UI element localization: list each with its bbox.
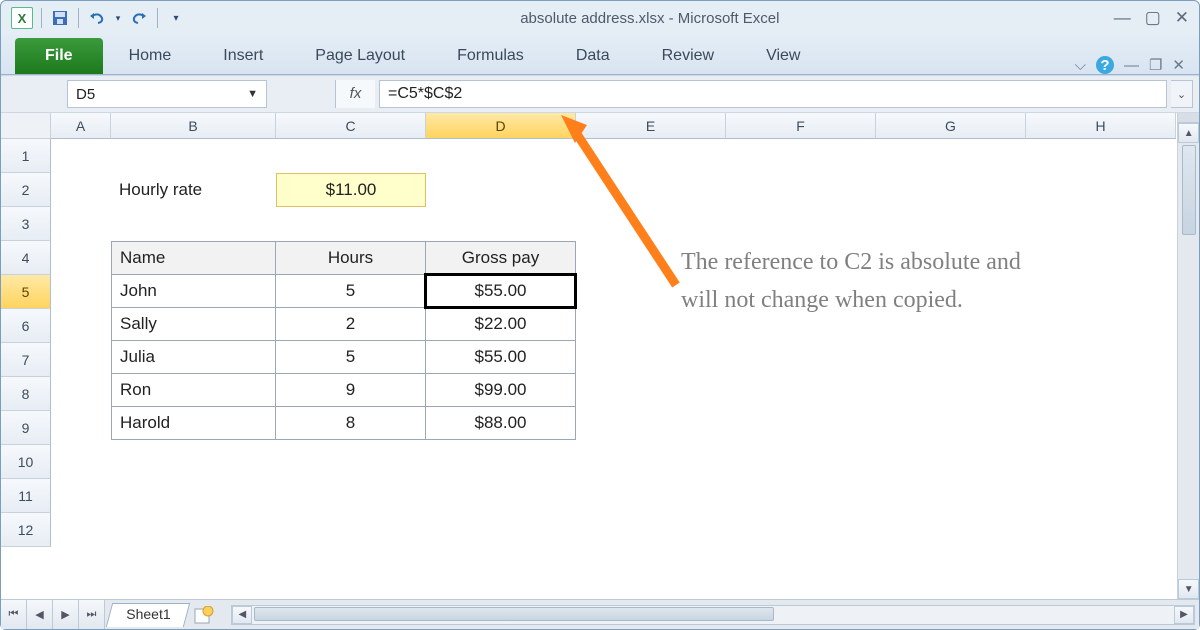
- cell-C4[interactable]: Hours: [275, 241, 426, 275]
- tab-review[interactable]: Review: [636, 38, 740, 74]
- col-header-F[interactable]: F: [726, 113, 876, 139]
- annotation-text: The reference to C2 is absolute and will…: [681, 243, 1041, 320]
- excel-window: X ▾ ▾ absolute address.xlsx - Microsoft …: [0, 0, 1200, 630]
- save-icon[interactable]: [50, 8, 70, 28]
- scroll-up-icon[interactable]: ▲: [1178, 123, 1199, 143]
- cell-B8[interactable]: Ron: [111, 373, 276, 407]
- sheet-nav-first-icon[interactable]: ⏮: [1, 600, 27, 629]
- row-header-7[interactable]: 7: [1, 343, 51, 377]
- workbook-restore-icon[interactable]: ❐: [1149, 56, 1162, 74]
- close-icon[interactable]: ✕: [1175, 8, 1189, 28]
- worksheet-area: A B C D E F G H 1 2 3 4 5 6 7 8 9 10: [1, 113, 1199, 599]
- row-header-4[interactable]: 4: [1, 241, 51, 275]
- formula-bar-expand-icon[interactable]: ⌄: [1171, 80, 1193, 108]
- cell-D4[interactable]: Gross pay: [425, 241, 576, 275]
- tab-page-layout[interactable]: Page Layout: [289, 38, 431, 74]
- col-header-C[interactable]: C: [276, 113, 426, 139]
- redo-icon[interactable]: [129, 8, 149, 28]
- cell-D9[interactable]: $88.00: [425, 406, 576, 440]
- cell-B5[interactable]: John: [111, 274, 276, 308]
- cell-B7[interactable]: Julia: [111, 340, 276, 374]
- cell-C2[interactable]: $11.00: [276, 173, 426, 207]
- cell-B9[interactable]: Harold: [111, 406, 276, 440]
- cell-C5[interactable]: 5: [275, 274, 426, 308]
- col-header-H[interactable]: H: [1026, 113, 1176, 139]
- hscroll-right-icon[interactable]: ▶: [1174, 606, 1194, 624]
- hscroll-thumb[interactable]: [254, 607, 774, 621]
- row-header-12[interactable]: 12: [1, 513, 51, 547]
- title-bar: X ▾ ▾ absolute address.xlsx - Microsoft …: [1, 1, 1199, 35]
- name-box-dropdown-icon[interactable]: ▼: [247, 88, 258, 100]
- formula-bar: D5 ▼ fx =C5*$C$2 ⌄: [1, 75, 1199, 113]
- row-header-10[interactable]: 10: [1, 445, 51, 479]
- tab-home[interactable]: Home: [103, 38, 198, 74]
- sheet-tab-sheet1[interactable]: Sheet1: [106, 603, 191, 627]
- row-header-11[interactable]: 11: [1, 479, 51, 513]
- formula-input[interactable]: =C5*$C$2: [379, 80, 1167, 108]
- tab-formulas[interactable]: Formulas: [431, 38, 550, 74]
- scroll-down-icon[interactable]: ▼: [1178, 579, 1199, 599]
- sheet-nav-prev-icon[interactable]: ◀: [27, 600, 53, 629]
- maximize-icon[interactable]: ▢: [1145, 8, 1161, 28]
- grid[interactable]: A B C D E F G H 1 2 3 4 5 6 7 8 9 10: [1, 113, 1177, 599]
- cell-C6[interactable]: 2: [275, 307, 426, 341]
- split-handle-icon[interactable]: [1178, 113, 1199, 123]
- row-header-6[interactable]: 6: [1, 309, 51, 343]
- row-header-9[interactable]: 9: [1, 411, 51, 445]
- row-header-8[interactable]: 8: [1, 377, 51, 411]
- row-header-5[interactable]: 5: [1, 275, 51, 309]
- cell-C8[interactable]: 9: [275, 373, 426, 407]
- window-controls: ― ▢ ✕: [1114, 8, 1189, 28]
- vertical-scrollbar[interactable]: ▲ ▼: [1177, 113, 1199, 599]
- sheet-tab-bar: ⏮ ◀ ▶ ⏭ Sheet1 ◀ ▶: [1, 599, 1199, 629]
- hscroll-left-icon[interactable]: ◀: [232, 606, 252, 624]
- sheet-nav-next-icon[interactable]: ▶: [53, 600, 79, 629]
- cell-B6[interactable]: Sally: [111, 307, 276, 341]
- col-header-B[interactable]: B: [111, 113, 276, 139]
- name-box[interactable]: D5 ▼: [67, 80, 267, 108]
- quick-access-toolbar: X ▾ ▾: [11, 7, 186, 29]
- col-header-D[interactable]: D: [426, 113, 576, 139]
- cell-D6[interactable]: $22.00: [425, 307, 576, 341]
- formula-text: =C5*$C$2: [388, 85, 462, 103]
- row-header-3[interactable]: 3: [1, 207, 51, 241]
- select-all-triangle[interactable]: [1, 113, 51, 139]
- tab-view[interactable]: View: [740, 38, 826, 74]
- cell-B2[interactable]: Hourly rate: [111, 173, 276, 207]
- cell-C9[interactable]: 8: [275, 406, 426, 440]
- name-box-value: D5: [76, 86, 247, 103]
- workbook-close-icon[interactable]: ✕: [1172, 56, 1185, 74]
- vscroll-thumb[interactable]: [1182, 145, 1196, 235]
- tab-file[interactable]: File: [15, 38, 103, 74]
- undo-dropdown-icon[interactable]: ▾: [113, 8, 123, 28]
- ribbon-min-icon[interactable]: ⌵: [1075, 57, 1086, 74]
- sheet-tab-label: Sheet1: [126, 606, 170, 622]
- cell-B4[interactable]: Name: [111, 241, 276, 275]
- sheet-nav-last-icon[interactable]: ⏭: [79, 600, 105, 629]
- col-header-A[interactable]: A: [51, 113, 111, 139]
- cell-D7[interactable]: $55.00: [425, 340, 576, 374]
- annotation-arrow-icon: [561, 115, 701, 315]
- excel-icon[interactable]: X: [11, 7, 33, 29]
- ribbon-tabs: File Home Insert Page Layout Formulas Da…: [1, 35, 1199, 75]
- cell-D8[interactable]: $99.00: [425, 373, 576, 407]
- new-sheet-icon[interactable]: [191, 604, 217, 626]
- row-header-2[interactable]: 2: [1, 173, 51, 207]
- help-icon[interactable]: ?: [1096, 56, 1114, 74]
- tab-insert[interactable]: Insert: [197, 38, 289, 74]
- cell-D5[interactable]: $55.00: [424, 273, 577, 309]
- sheet-nav-buttons: ⏮ ◀ ▶ ⏭: [1, 600, 105, 629]
- minimize-icon[interactable]: ―: [1114, 8, 1131, 28]
- undo-icon[interactable]: [87, 8, 107, 28]
- row-header-1[interactable]: 1: [1, 139, 51, 173]
- qat-customize-icon[interactable]: ▾: [166, 8, 186, 28]
- horizontal-scrollbar[interactable]: ◀ ▶: [231, 605, 1195, 625]
- cell-C7[interactable]: 5: [275, 340, 426, 374]
- window-title: absolute address.xlsx - Microsoft Excel: [186, 10, 1114, 27]
- col-header-G[interactable]: G: [876, 113, 1026, 139]
- workbook-minimize-icon[interactable]: ―: [1124, 57, 1139, 74]
- tab-data[interactable]: Data: [550, 38, 636, 74]
- insert-function-icon[interactable]: fx: [335, 80, 375, 108]
